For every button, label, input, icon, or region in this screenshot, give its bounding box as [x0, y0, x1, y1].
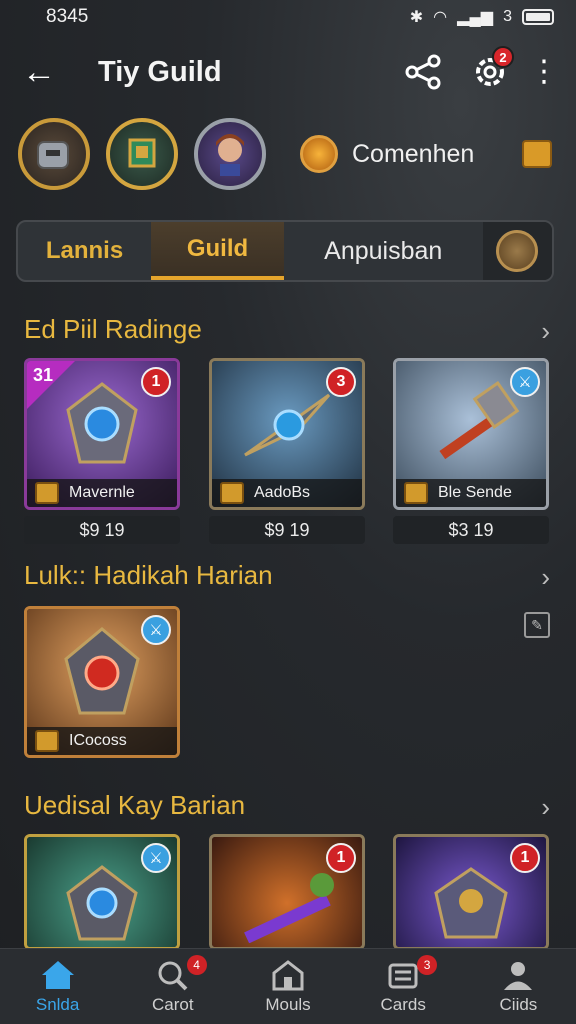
- item-label-bar: Mavernle: [27, 479, 177, 507]
- item-card[interactable]: ⚔ Ble Sende: [393, 358, 549, 510]
- status-time: 8345: [46, 6, 89, 27]
- nav-label: Cards: [380, 994, 426, 1014]
- status-bar: 8345 ✱ ◠ ▂▄▆ 3: [0, 0, 576, 34]
- nav-label: Carot: [152, 994, 194, 1014]
- settings-button[interactable]: 2: [468, 46, 514, 94]
- swords-badge-icon: ⚔: [510, 367, 540, 397]
- currency-coin-icon: [300, 135, 338, 173]
- nav-item-mouls[interactable]: Mouls: [230, 949, 345, 1024]
- wifi-icon: ◠: [433, 9, 448, 26]
- nav-badge: 3: [417, 955, 438, 975]
- item-name: AadoBs: [254, 484, 311, 501]
- chevron-right-icon[interactable]: ›: [541, 792, 550, 823]
- item-name: Ble Sende: [438, 484, 512, 501]
- share-button[interactable]: [402, 50, 446, 94]
- top-bar: ← Tiy Guild 2 ⋮: [0, 44, 576, 100]
- section-title-1: Ed Piil Radinge: [24, 314, 202, 344]
- corner-level: 31: [33, 365, 54, 385]
- notification-badge: 1: [326, 843, 356, 873]
- item-type-icon: [35, 482, 59, 504]
- tab-guild[interactable]: Guild: [151, 222, 284, 280]
- kebab-icon: ⋮: [529, 54, 559, 88]
- staff-icon: [244, 873, 334, 943]
- swords-badge-icon: ⚔: [141, 615, 171, 645]
- cards-icon: [388, 963, 418, 988]
- item-card[interactable]: ⚔: [24, 834, 180, 950]
- guild-crest-avatar[interactable]: [106, 118, 178, 190]
- edit-icon[interactable]: ✎: [524, 612, 550, 638]
- bluetooth-icon: ✱: [409, 9, 424, 26]
- tab-anpuisban[interactable]: Anpuisban: [284, 222, 483, 280]
- battery-icon: [522, 9, 554, 25]
- section-title-2: Lulk:: Hadikah Harian: [24, 560, 273, 590]
- item-card[interactable]: 3 AadoBs: [209, 358, 365, 510]
- nav-label: Mouls: [265, 994, 311, 1014]
- item-price: $9 19: [209, 516, 365, 544]
- item-type-icon: [35, 730, 59, 752]
- item-card[interactable]: 1: [393, 834, 549, 950]
- section-title-3: Uedisal Kay Barian: [24, 790, 246, 820]
- ruby-amulet-icon: [64, 627, 140, 715]
- relic-icon: [434, 867, 508, 939]
- notification-badge: 1: [510, 843, 540, 873]
- currency-label: Comenhen: [352, 139, 475, 168]
- nav-badge: 4: [186, 955, 207, 975]
- item-price: $9 19: [24, 516, 180, 544]
- swords-badge-icon: ⚔: [141, 843, 171, 873]
- notification-badge: 1: [141, 367, 171, 397]
- nav-item-ciids[interactable]: Ciids: [461, 949, 576, 1024]
- profile-icon: [504, 961, 533, 990]
- helmet-avatar[interactable]: [18, 118, 90, 190]
- profile-row: Comenhen: [0, 114, 576, 194]
- signal-icon: ▂▄▆: [457, 9, 494, 26]
- search-icon: [158, 961, 188, 990]
- more-options-button[interactable]: ⋮: [529, 50, 559, 94]
- item-label-bar: Ble Sende: [396, 479, 546, 507]
- nav-item-snlda[interactable]: Snlda: [0, 949, 115, 1024]
- amulet-icon: [66, 382, 138, 464]
- item-card[interactable]: 1: [209, 834, 365, 950]
- item-card[interactable]: 31 1 Mavernle: [24, 358, 180, 510]
- arrow-amulet-icon: [244, 394, 331, 457]
- status-icons: ✱ ◠ ▂▄▆ 3: [410, 7, 554, 27]
- nav-label: Ciids: [499, 994, 538, 1014]
- nav-label: Snlda: [35, 994, 80, 1014]
- item-name: Mavernle: [69, 484, 135, 501]
- chevron-right-icon[interactable]: ›: [541, 562, 550, 593]
- hero-portrait-icon: [216, 134, 244, 176]
- tab-bar: Lannis Guild Anpuisban: [16, 220, 554, 282]
- tab-lannis[interactable]: Lannis: [18, 222, 151, 280]
- chevron-right-icon[interactable]: ›: [541, 316, 550, 347]
- share-icon: [405, 54, 441, 90]
- item-label-bar: AadoBs: [212, 479, 362, 507]
- back-arrow-icon[interactable]: ←: [22, 55, 82, 89]
- item-price: $3 19: [393, 516, 549, 544]
- helmet-icon: [37, 141, 69, 169]
- chest-icon[interactable]: [522, 140, 552, 168]
- crest-icon: [128, 138, 156, 168]
- hero-avatar[interactable]: [194, 118, 266, 190]
- home-icon: [41, 960, 74, 989]
- page-title: Tiy Guild: [98, 55, 222, 88]
- coin-icon: [496, 230, 539, 272]
- signal-label: 3: [503, 8, 512, 25]
- tab-coin-button[interactable]: [482, 222, 552, 280]
- emerald-amulet-icon: [66, 865, 138, 941]
- settings-badge: 2: [492, 46, 514, 68]
- nav-item-cards[interactable]: 3 Cards: [346, 949, 461, 1024]
- item-type-icon: [404, 482, 428, 504]
- item-label-bar: ICocoss: [27, 727, 177, 755]
- notification-badge: 3: [326, 367, 356, 397]
- item-card[interactable]: ⚔ ICocoss: [24, 606, 180, 758]
- item-type-icon: [220, 482, 244, 504]
- hammer-icon: [439, 381, 520, 460]
- nav-item-carot[interactable]: 4 Carot: [115, 949, 230, 1024]
- item-name: ICocoss: [69, 732, 127, 749]
- house-icon: [272, 959, 304, 990]
- bottom-nav: Snlda 4 Carot Mouls 3 Cards Ciids: [0, 948, 576, 1024]
